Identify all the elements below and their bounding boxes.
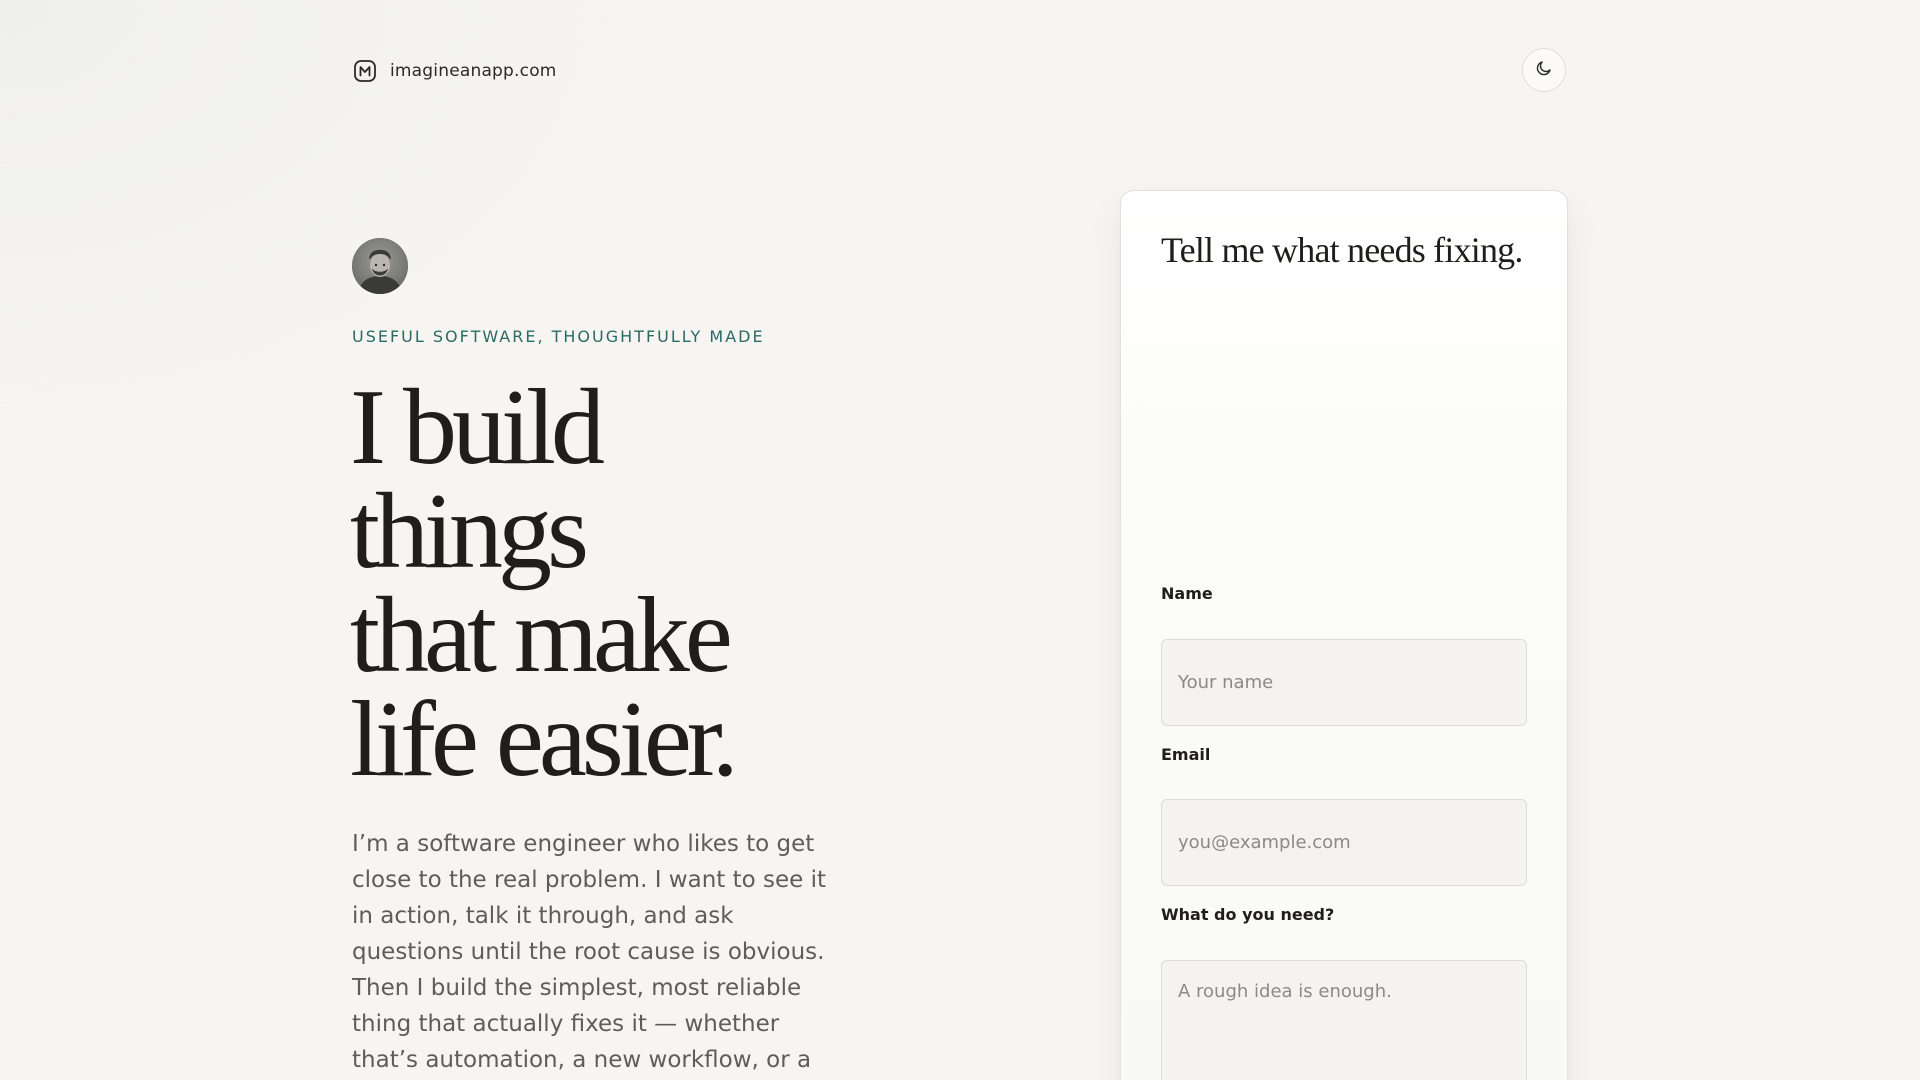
- headline-line: that make: [350, 576, 733, 695]
- email-label: Email: [1161, 745, 1211, 764]
- headline-line: I build: [350, 368, 605, 487]
- logo-m-icon: [352, 58, 378, 84]
- avatar: [352, 238, 408, 294]
- intro-paragraph: I’m a software engineer who likes to get…: [352, 831, 827, 1073]
- moon-icon: [1535, 59, 1553, 81]
- name-label: Name: [1161, 584, 1213, 603]
- headline-line: things: [350, 472, 589, 591]
- theme-toggle-button[interactable]: [1522, 48, 1566, 92]
- need-textarea[interactable]: [1161, 960, 1527, 1080]
- brand-link[interactable]: imagineanapp.com: [352, 58, 557, 84]
- need-label: What do you need?: [1161, 905, 1335, 924]
- eyebrow-tagline: USEFUL SOFTWARE, THOUGHTFULLY MADE: [352, 327, 765, 346]
- contact-card-title: Tell me what needs fixing.: [1161, 230, 1523, 270]
- email-input[interactable]: [1161, 799, 1527, 886]
- contact-card: Tell me what needs fixing. Name Email Wh…: [1120, 190, 1568, 1080]
- brand-name: imagineanapp.com: [390, 61, 557, 81]
- hero-headline: I build things that make life easier.: [350, 368, 910, 799]
- headline-line: life easier.: [350, 680, 739, 799]
- name-input[interactable]: [1161, 639, 1527, 726]
